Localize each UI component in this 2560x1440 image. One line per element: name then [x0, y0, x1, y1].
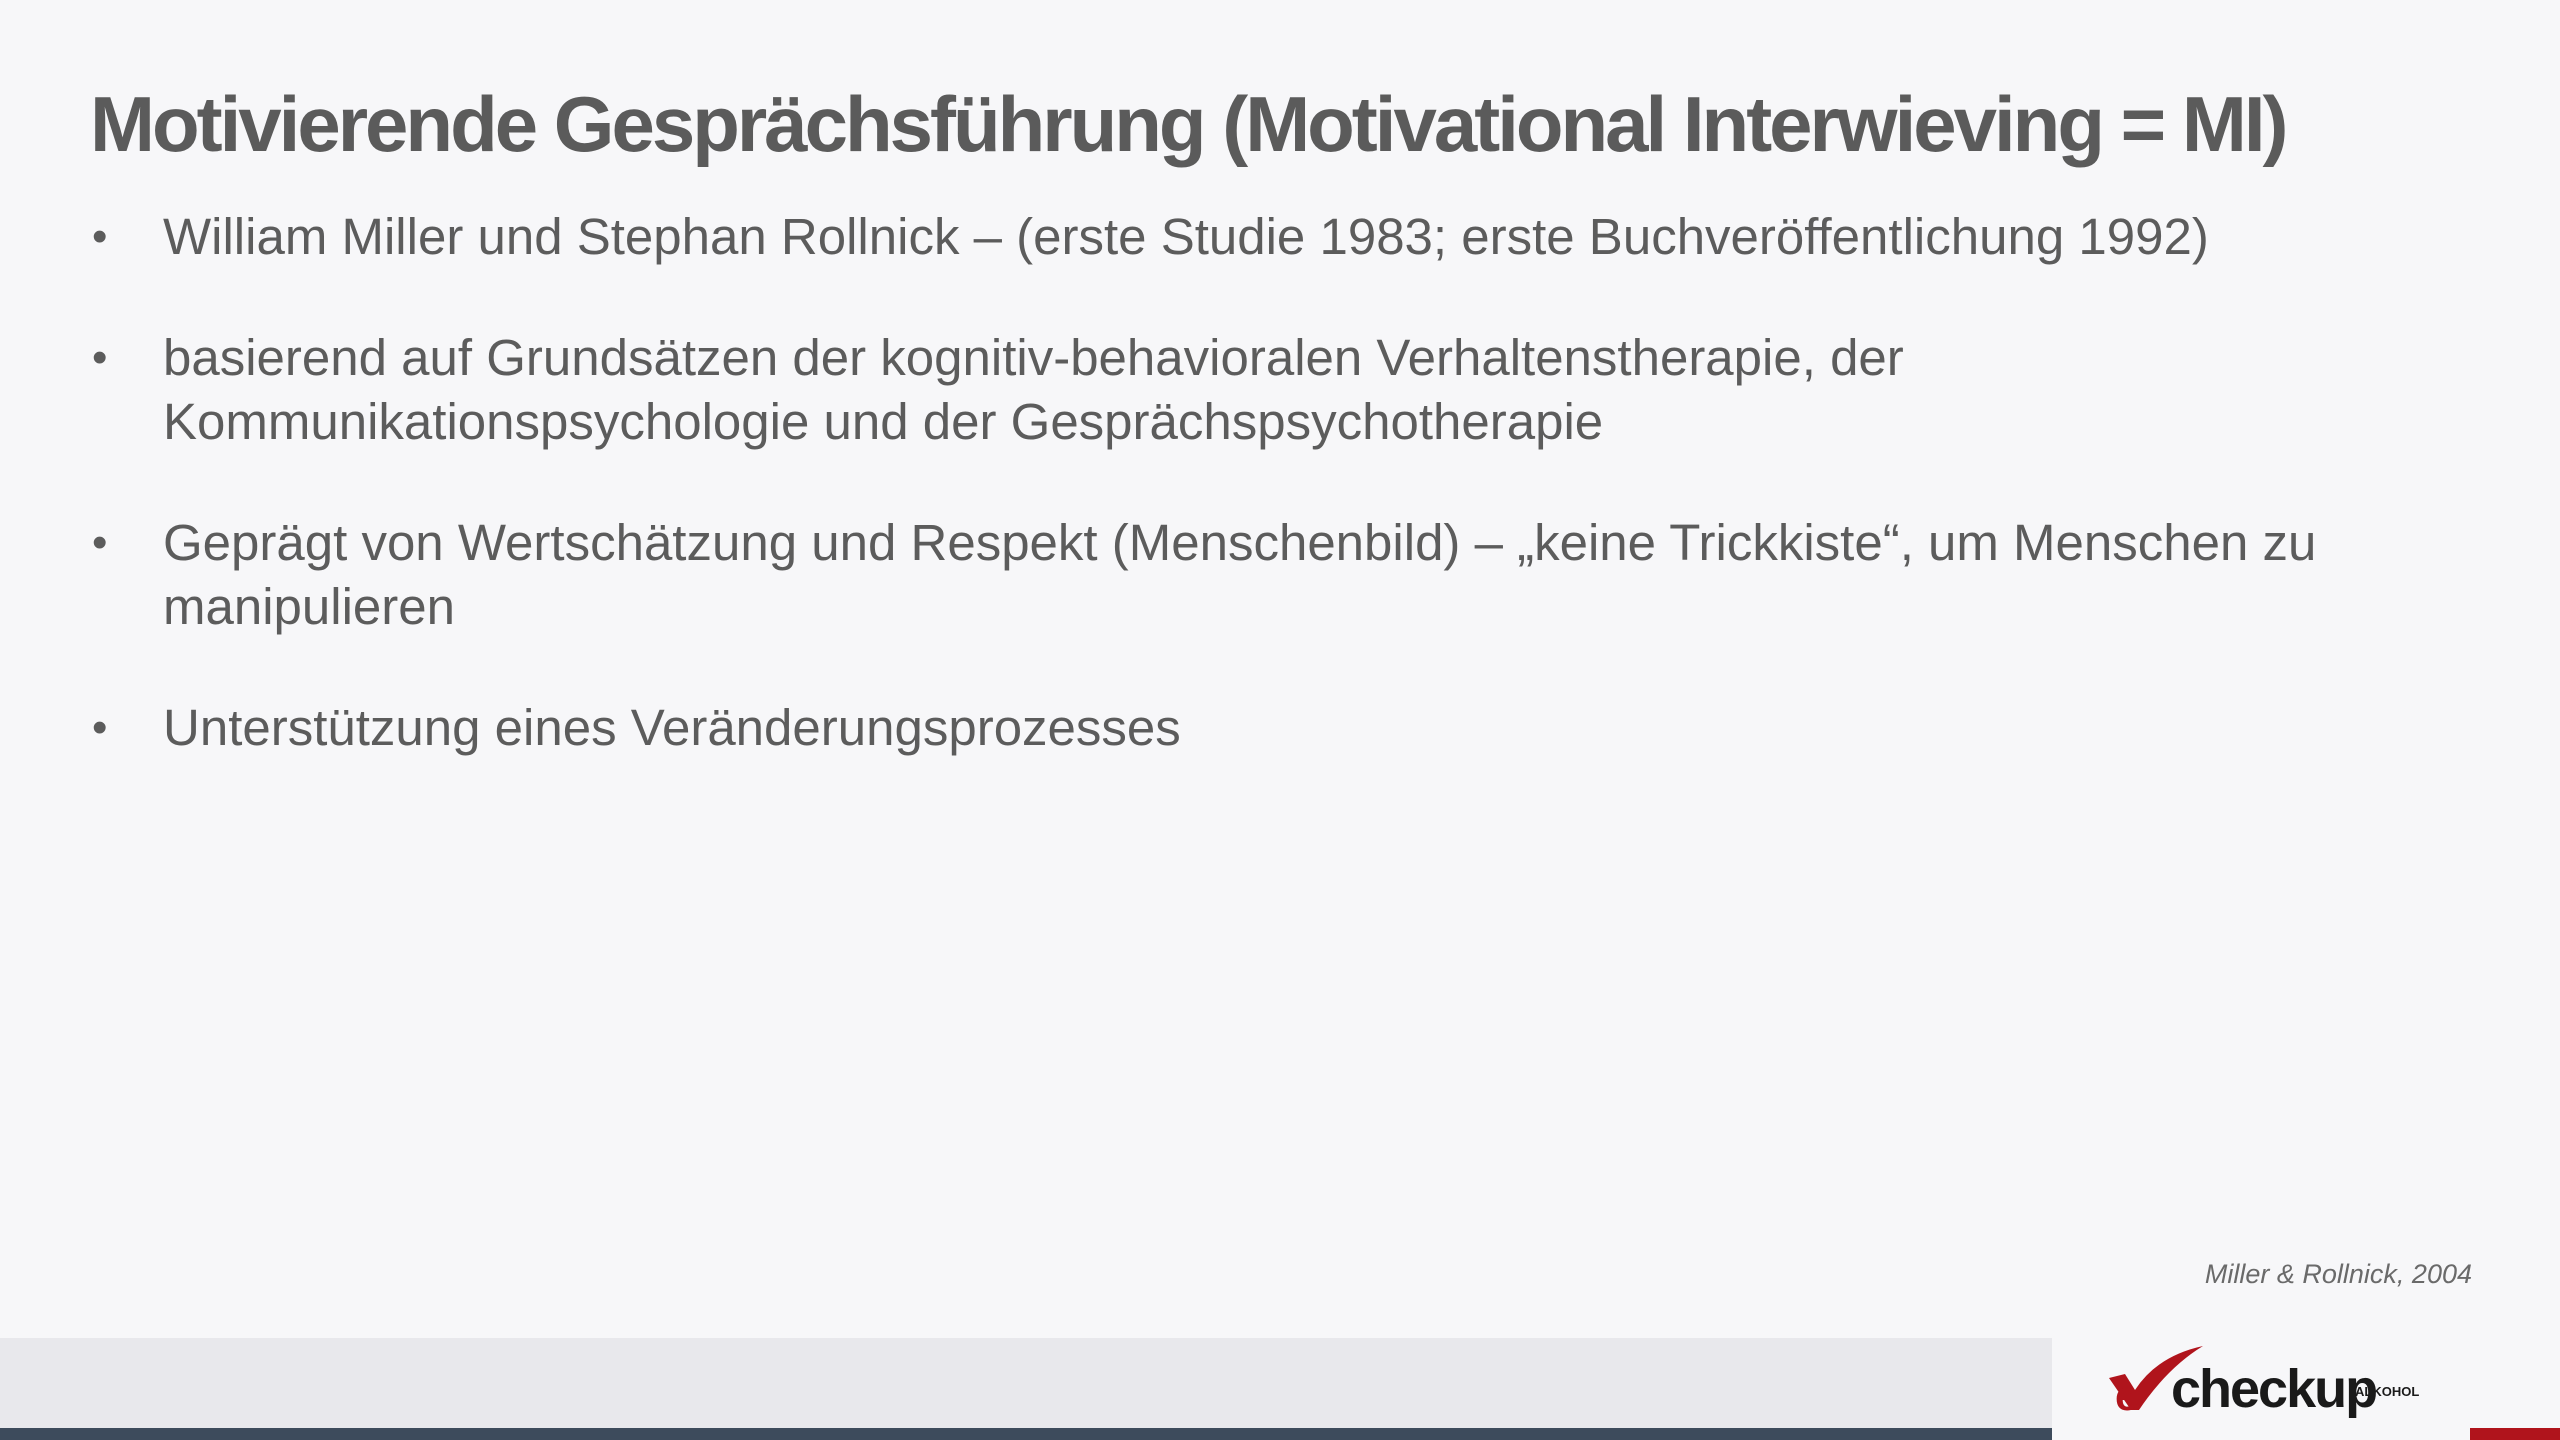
bullet-item: • Geprägt von Wertschätzung und Respekt …	[90, 511, 2510, 639]
footer-line-red	[2470, 1428, 2560, 1440]
bullet-text: Unterstützung eines Veränderungsprozesse…	[163, 699, 1181, 756]
logo-subtext: ALKOHOL	[2355, 1384, 2420, 1399]
bullet-list: • William Miller und Stephan Rollnick – …	[90, 205, 2510, 817]
bullet-dot: •	[92, 703, 108, 752]
bullet-item: • basierend auf Grundsätzen der kognitiv…	[90, 326, 2510, 454]
bullet-dot: •	[92, 333, 108, 382]
bullet-dot: •	[92, 212, 108, 261]
svg-text:e: e	[2115, 1372, 2138, 1419]
bullet-text: Geprägt von Wertschätzung und Respekt (M…	[163, 514, 2317, 635]
bullet-text: basierend auf Grundsätzen der kognitiv-b…	[163, 329, 1904, 450]
bullet-item: • William Miller und Stephan Rollnick – …	[90, 205, 2510, 269]
logo-word: checkup	[2171, 1359, 2378, 1419]
footer-line-blue	[0, 1428, 2052, 1440]
bullet-text: William Miller und Stephan Rollnick – (e…	[163, 208, 2209, 265]
citation: Miller & Rollnick, 2004	[2204, 1259, 2472, 1289]
footer-band	[0, 1338, 2052, 1430]
echeckup-logo: e checkup ALKOHOL	[2105, 1338, 2419, 1428]
bullet-dot: •	[92, 518, 108, 567]
slide: Motivierende Gesprächsführung (Motivatio…	[0, 0, 2560, 1440]
bullet-item: • Unterstützung eines Veränderungsprozes…	[90, 696, 2510, 760]
slide-title: Motivierende Gesprächsführung (Motivatio…	[90, 80, 2288, 168]
